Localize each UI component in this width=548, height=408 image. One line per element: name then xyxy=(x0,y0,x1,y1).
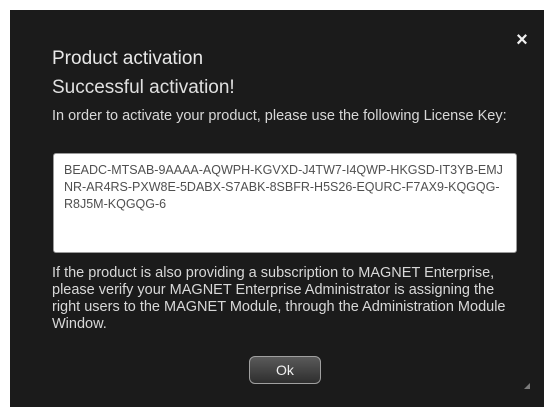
activation-dialog: × Product activation Successful activati… xyxy=(10,10,544,407)
resize-grip-icon[interactable] xyxy=(524,383,530,389)
dialog-title: Product activation xyxy=(52,48,204,69)
license-key-field[interactable]: BEADC-MTSAB-9AAAA-AQWPH-KGVXD-J4TW7-I4QW… xyxy=(53,153,517,253)
ok-button[interactable]: Ok xyxy=(249,356,321,384)
instructions-text: In order to activate your product, pleas… xyxy=(52,108,507,124)
subscription-note: If the product is also providing a subsc… xyxy=(52,265,506,332)
activation-status: Successful activation! xyxy=(52,77,235,98)
window-frame: × Product activation Successful activati… xyxy=(0,0,548,408)
close-icon[interactable]: × xyxy=(514,30,530,50)
